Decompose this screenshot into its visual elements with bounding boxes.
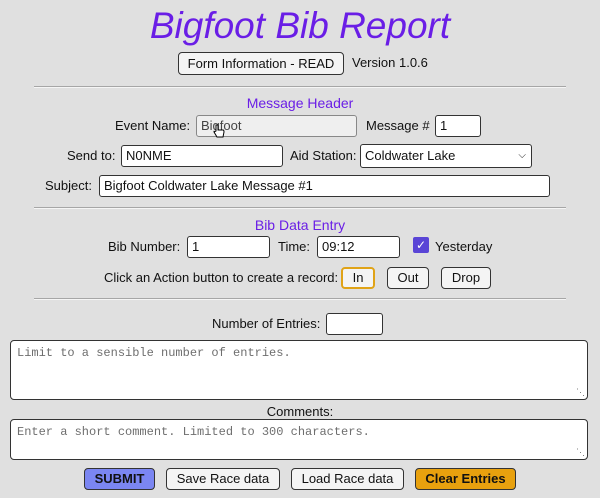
load-race-data-button[interactable]: Load Race data [291, 468, 404, 490]
hand-cursor-icon [213, 124, 225, 138]
clear-entries-button[interactable]: Clear Entries [415, 468, 516, 490]
subject-input[interactable]: Bigfoot Coldwater Lake Message #1 [99, 175, 550, 197]
out-button[interactable]: Out [387, 267, 429, 289]
number-of-entries-input[interactable] [326, 313, 383, 335]
resize-grip-icon[interactable]: ⋱ [576, 449, 585, 458]
event-name-label: Event Name: [115, 118, 191, 133]
in-button[interactable]: In [341, 267, 375, 289]
aid-station-value: Coldwater Lake [365, 148, 456, 163]
time-label: Time: [278, 239, 311, 254]
form-information-button[interactable]: Form Information - READ [178, 52, 344, 75]
chevron-down-icon: ⌵ [518, 150, 526, 161]
comments-textarea[interactable]: Enter a short comment. Limited to 300 ch… [10, 419, 588, 460]
subject-label: Subject: [45, 178, 92, 193]
comments-placeholder: Enter a short comment. Limited to 300 ch… [17, 425, 370, 439]
yesterday-label: Yesterday [435, 239, 493, 254]
divider [34, 298, 566, 300]
aid-station-select[interactable]: Coldwater Lake ⌵ [360, 144, 532, 168]
number-of-entries-label: Number of Entries: [212, 316, 321, 331]
resize-grip-icon[interactable]: ⋱ [576, 389, 585, 398]
aid-station-label: Aid Station: [290, 148, 357, 163]
bib-number-input[interactable]: 1 [187, 236, 270, 258]
version-label: Version 1.0.6 [352, 55, 428, 70]
divider [34, 207, 566, 209]
bib-data-entry-title: Bib Data Entry [254, 217, 346, 233]
message-header-title: Message Header [246, 95, 354, 111]
submit-button[interactable]: SUBMIT [84, 468, 155, 490]
action-prompt: Click an Action button to create a recor… [104, 270, 339, 285]
entries-textarea[interactable]: Limit to a sensible number of entries. ⋱ [10, 340, 588, 400]
bib-number-label: Bib Number: [108, 239, 181, 254]
time-input[interactable]: 09:12 [317, 236, 400, 258]
send-to-label: Send to: [67, 148, 116, 163]
send-to-input[interactable]: N0NME [121, 145, 283, 167]
yesterday-checkbox[interactable]: ✓ [413, 237, 429, 253]
divider [34, 86, 566, 88]
message-number-input[interactable]: 1 [435, 115, 481, 137]
save-race-data-button[interactable]: Save Race data [166, 468, 280, 490]
page-title: Bigfoot Bib Report [149, 5, 451, 46]
drop-button[interactable]: Drop [441, 267, 491, 289]
entries-placeholder: Limit to a sensible number of entries. [17, 346, 291, 360]
checkmark-icon: ✓ [415, 238, 427, 252]
message-number-label: Message # [366, 118, 430, 133]
